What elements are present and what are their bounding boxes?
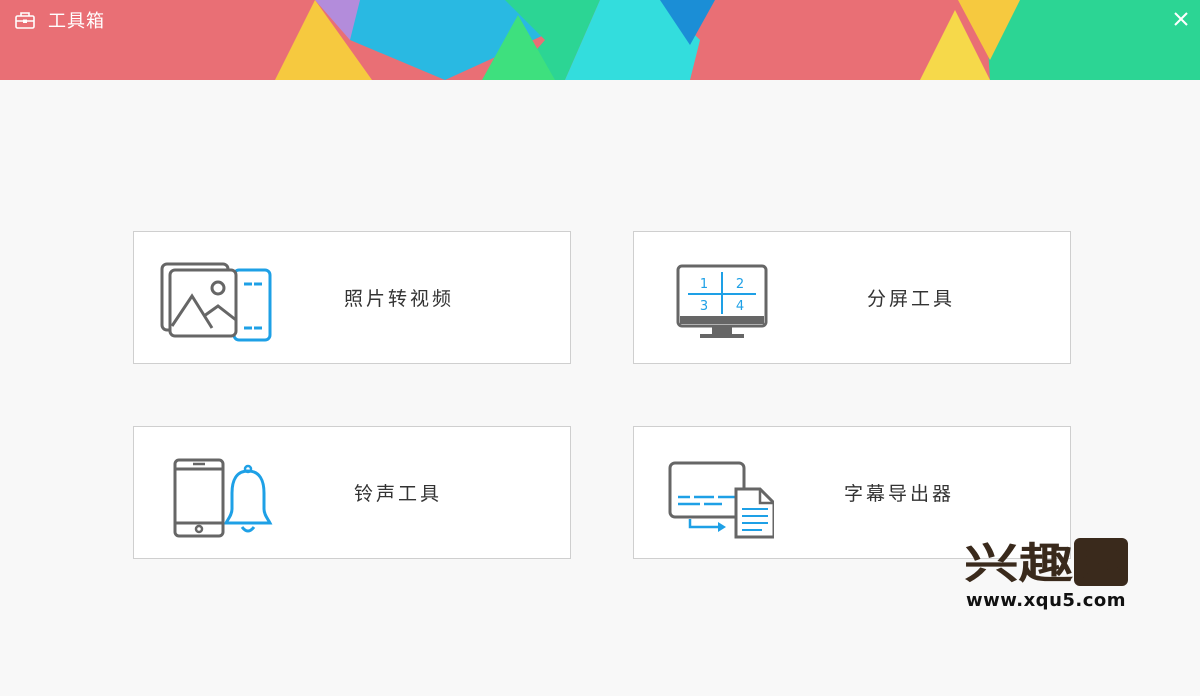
split-screen-button[interactable]: 1 2 3 4 分屏工具	[633, 231, 1071, 364]
ringtone-label: 铃声工具	[354, 483, 443, 505]
screen-number-2: 2	[736, 277, 744, 292]
watermark-logo: 兴趣屋	[964, 538, 1128, 588]
close-icon[interactable]	[1173, 11, 1189, 27]
photo-to-video-icon	[160, 262, 272, 342]
split-screen-icon: 1 2 3 4	[676, 264, 768, 338]
ringtone-button[interactable]: 铃声工具	[133, 426, 571, 559]
close-button[interactable]	[1168, 6, 1194, 32]
screen-number-3: 3	[700, 299, 708, 314]
title-area: 工具箱	[14, 8, 105, 32]
toolbox-window: 工具箱 照片转视频 1 2 3 4 分屏工具 铃声工具 字幕导出器 兴趣屋 ww…	[0, 0, 1200, 696]
subtitle-export-icon	[668, 461, 774, 539]
watermark: 兴趣屋 www.xqu5.com	[962, 536, 1132, 614]
window-title: 工具箱	[48, 11, 105, 32]
screen-number-1: 1	[700, 277, 708, 292]
split-screen-label: 分屏工具	[867, 288, 956, 310]
title-banner	[0, 0, 1200, 80]
toolbox-icon	[15, 12, 35, 29]
watermark-logo-text: 兴趣屋	[964, 539, 1128, 588]
screen-number-4: 4	[736, 299, 744, 314]
watermark-url: www.xqu5.com	[966, 590, 1127, 611]
title-bar[interactable]: 工具箱	[0, 0, 1200, 80]
ringtone-icon	[173, 458, 273, 538]
subtitle-export-label: 字幕导出器	[844, 483, 955, 505]
photo-to-video-label: 照片转视频	[344, 288, 455, 310]
photo-to-video-button[interactable]: 照片转视频	[133, 231, 571, 364]
